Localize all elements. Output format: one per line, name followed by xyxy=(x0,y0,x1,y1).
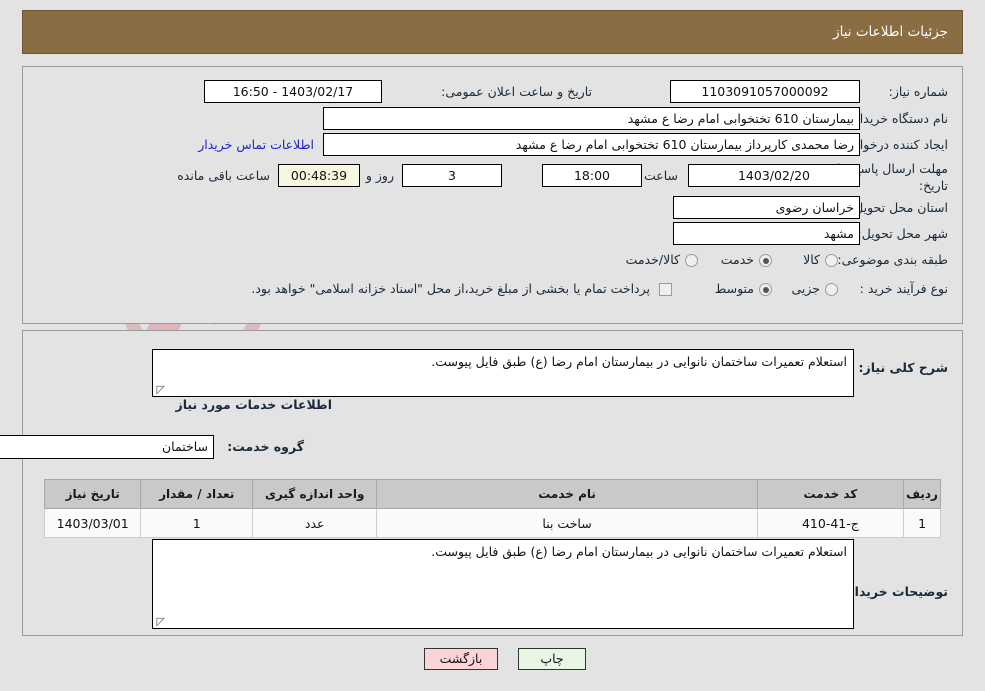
announce-datetime-value: 1403/02/17 - 16:50 xyxy=(204,80,382,103)
service-group-label: گروه خدمت: xyxy=(227,439,304,454)
process-type-label: نوع فرآیند خرید : xyxy=(859,281,948,296)
islamic-treasury-note: پرداخت تمام یا بخشی از مبلغ خرید،از محل … xyxy=(251,281,650,296)
table-header-row: ردیف کد خدمت نام خدمت واحد اندازه گیری ت… xyxy=(43,479,941,509)
requester-value: رضا محمدی کارپرداز بیمارستان 610 تختخواب… xyxy=(323,133,860,156)
general-desc-label: شرح کلی نیاز: xyxy=(858,360,948,375)
need-number-label: شماره نیاز: xyxy=(888,84,948,99)
cell-row-no: 1 xyxy=(903,508,941,538)
announce-datetime-label: تاریخ و ساعت اعلان عمومی: xyxy=(441,84,592,99)
col-need-date: تاریخ نیاز xyxy=(43,479,142,509)
radio-category-kala[interactable] xyxy=(825,254,838,267)
radio-process-motevaset[interactable] xyxy=(759,283,772,296)
remaining-time-value: 00:48:39 xyxy=(278,164,360,187)
cell-unit: عدد xyxy=(252,508,378,538)
col-unit: واحد اندازه گیری xyxy=(252,479,378,509)
buyer-org-label: نام دستگاه خریدار: xyxy=(849,111,948,126)
col-quantity: تعداد / مقدار xyxy=(140,479,254,509)
resize-grip-icon-2[interactable]: ◸ xyxy=(155,616,165,627)
radio-process-jozei-label: جزیی xyxy=(791,281,820,296)
buyer-notes-textarea[interactable]: استعلام تعمیرات ساختمان نانوایی در بیمار… xyxy=(152,539,854,629)
province-value: خراسان رضوی xyxy=(673,196,860,219)
page-header: جزئیات اطلاعات نیاز xyxy=(22,10,963,54)
checkbox-islamic-treasury[interactable] xyxy=(659,283,672,296)
need-summary-panel: شماره نیاز: 1103091057000092 تاریخ و ساع… xyxy=(22,66,963,324)
radio-process-jozei[interactable] xyxy=(825,283,838,296)
remaining-days-value: 3 xyxy=(402,164,502,187)
back-button[interactable]: بازگشت xyxy=(424,648,498,670)
resize-grip-icon[interactable]: ◸ xyxy=(155,384,165,395)
deadline-hour-value: 18:00 xyxy=(542,164,642,187)
buyer-contact-link[interactable]: اطلاعات تماس خریدار xyxy=(198,137,314,152)
page-title: جزئیات اطلاعات نیاز xyxy=(833,24,948,40)
buyer-org-value: بیمارستان 610 تختخوابی امام رضا ع مشهد xyxy=(323,107,860,130)
col-row-no: ردیف xyxy=(903,479,941,509)
category-label: طبقه بندی موضوعی: xyxy=(837,252,948,267)
remaining-days-label: روز و xyxy=(365,168,394,183)
deadline-date-value: 1403/02/20 xyxy=(688,164,860,187)
service-group-value: ساختمان xyxy=(0,435,214,459)
table-row[interactable]: 1 ج-41-410 ساخت بنا عدد 1 1403/03/01 xyxy=(43,508,941,538)
cell-need-date: 1403/03/01 xyxy=(43,508,142,538)
city-label: شهر محل تحویل: xyxy=(857,226,948,241)
general-desc-value: استعلام تعمیرات ساختمان نانوایی در بیمار… xyxy=(431,354,847,369)
radio-category-kala-khedmat-label: کالا/خدمت xyxy=(625,252,680,267)
radio-category-kala-khedmat[interactable] xyxy=(685,254,698,267)
services-section-title: اطلاعات خدمات مورد نیاز xyxy=(175,397,333,412)
buyer-notes-value: استعلام تعمیرات ساختمان نانوایی در بیمار… xyxy=(431,544,847,559)
need-number-value: 1103091057000092 xyxy=(670,80,860,103)
print-button[interactable]: چاپ xyxy=(518,648,586,670)
cell-service-name: ساخت بنا xyxy=(376,508,758,538)
radio-category-khedmat-label: خدمت xyxy=(720,252,754,267)
city-value: مشهد xyxy=(673,222,860,245)
general-desc-textarea[interactable]: استعلام تعمیرات ساختمان نانوایی در بیمار… xyxy=(152,349,854,397)
service-items-table: ردیف کد خدمت نام خدمت واحد اندازه گیری ت… xyxy=(43,479,941,538)
radio-category-khedmat[interactable] xyxy=(759,254,772,267)
radio-process-motevaset-label: متوسط xyxy=(714,281,754,296)
cell-quantity: 1 xyxy=(140,508,254,538)
col-service-code: کد خدمت xyxy=(756,479,905,509)
buyer-notes-label: توضیحات خریدار: xyxy=(842,584,948,599)
deadline-hour-label: ساعت xyxy=(643,168,678,183)
province-label: استان محل تحویل: xyxy=(849,200,948,215)
deadline-label-line2: تاریخ: xyxy=(918,178,948,193)
radio-category-kala-label: کالا xyxy=(803,252,820,267)
remaining-time-label: ساعت باقی مانده xyxy=(177,168,270,183)
cell-service-code: ج-41-410 xyxy=(756,508,905,538)
col-service-name: نام خدمت xyxy=(376,479,758,509)
